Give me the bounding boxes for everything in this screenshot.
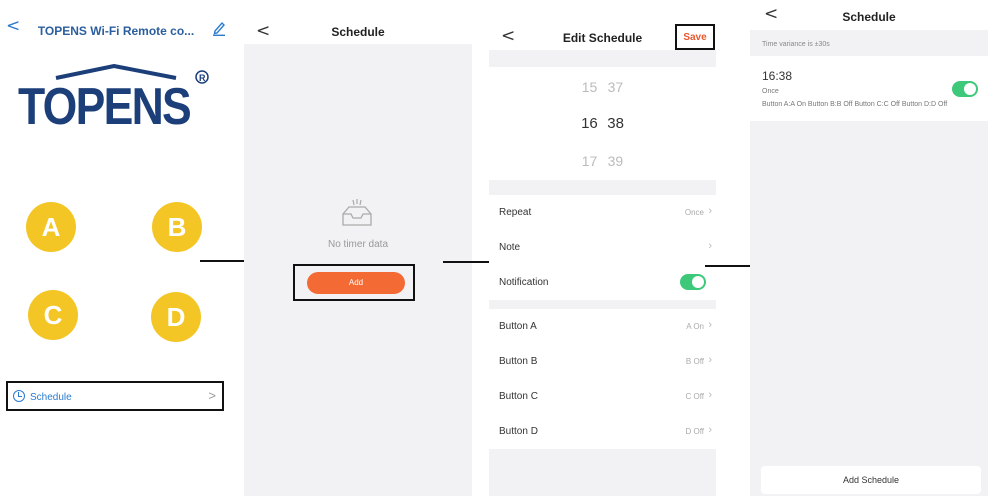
picker-row-above[interactable]: 15 37 [489, 79, 716, 95]
hour-value: 16 [581, 115, 598, 132]
pencil-icon[interactable] [212, 20, 226, 36]
button-b-label: Button B [499, 356, 538, 367]
schedule-row[interactable]: Schedule > [6, 381, 224, 411]
time-picker[interactable]: 15 37 16 38 17 39 [489, 67, 716, 180]
button-a-row[interactable]: Button A A On › [489, 309, 716, 344]
repeat-label: Repeat [499, 207, 532, 218]
button-d[interactable]: D [151, 292, 201, 342]
notification-row: Notification [489, 265, 716, 300]
button-c-label: Button C [499, 391, 538, 402]
button-c-row[interactable]: Button C C Off › [489, 379, 716, 414]
empty-state-text: No timer data [327, 239, 389, 250]
page-title: Schedule [331, 25, 385, 39]
schedule-list-screen: < Schedule Time variance is ±30s 16:38 O… [750, 0, 988, 496]
button-a-label: Button A [499, 321, 537, 332]
schedule-empty-screen: < Schedule No timer data Add [244, 0, 472, 496]
svg-text:TOPENS: TOPENS [18, 78, 190, 130]
add-schedule-button[interactable]: Add Schedule [761, 466, 981, 494]
picker-row-selected[interactable]: 16 38 [489, 115, 716, 132]
hour-value: 17 [581, 153, 598, 169]
minute-value: 38 [607, 115, 624, 132]
entry-actions: Button A:A On Button B:B Off Button C:C … [762, 101, 948, 108]
button-b-row[interactable]: Button B B Off › [489, 344, 716, 379]
entry-toggle[interactable] [952, 81, 978, 97]
button-b[interactable]: B [152, 202, 202, 252]
notification-toggle[interactable] [680, 274, 706, 290]
schedule-label: Schedule [30, 392, 72, 403]
edit-schedule-screen: < Edit Schedule Save 15 37 16 38 17 39 R… [489, 0, 716, 496]
notification-label: Notification [499, 277, 549, 288]
buttons-group: Button A A On › Button B B Off › Button … [489, 309, 716, 449]
button-a[interactable]: A [26, 202, 76, 252]
save-button[interactable]: Save [675, 24, 715, 50]
chevron-right-icon: › [708, 205, 712, 217]
home-screen: < TOPENS Wi-Fi Remote co... TOPENS R A B… [0, 0, 232, 496]
repeat-value: Once [684, 208, 704, 217]
chevron-right-icon: › [708, 424, 712, 436]
hour-value: 15 [581, 79, 598, 95]
minute-value: 37 [607, 79, 624, 95]
chevron-right-icon: › [708, 354, 712, 366]
note-row[interactable]: Note › [489, 230, 716, 265]
schedule-entry[interactable]: 16:38 Once Button A:A On Button B:B Off … [750, 56, 988, 121]
add-button[interactable]: Add [307, 272, 405, 294]
device-title: TOPENS Wi-Fi Remote co... [37, 24, 195, 38]
button-d-label: Button D [499, 426, 538, 437]
picker-row-below[interactable]: 17 39 [489, 153, 716, 169]
button-d-value: D Off [685, 427, 704, 436]
variance-note: Time variance is ±30s [762, 41, 830, 48]
repeat-row[interactable]: Repeat Once › [489, 195, 716, 230]
entry-repeat: Once [762, 88, 779, 95]
header: < Schedule [244, 0, 472, 44]
svg-text:R: R [199, 73, 206, 83]
chevron-right-icon: › [708, 240, 712, 252]
chevron-right-icon: › [708, 389, 712, 401]
note-label: Note [499, 242, 521, 253]
save-label: Save [683, 32, 707, 43]
button-a-value: A On [686, 322, 704, 331]
topens-logo: TOPENS R [18, 64, 209, 130]
button-c-value: C Off [685, 392, 704, 401]
header: < Schedule [750, 0, 988, 30]
clock-icon [13, 390, 25, 402]
empty-inbox-icon [342, 199, 372, 226]
button-b-value: B Off [685, 357, 704, 366]
add-highlight: Add [293, 264, 415, 301]
minute-value: 39 [607, 153, 624, 169]
button-c[interactable]: C [28, 290, 78, 340]
settings-group: Repeat Once › Note › Notification [489, 195, 716, 300]
page-title: Schedule [842, 10, 896, 24]
chevron-right-icon: > [208, 388, 216, 403]
chevron-right-icon: › [708, 319, 712, 331]
button-d-row[interactable]: Button D D Off › [489, 414, 716, 449]
entry-time: 16:38 [762, 69, 793, 83]
